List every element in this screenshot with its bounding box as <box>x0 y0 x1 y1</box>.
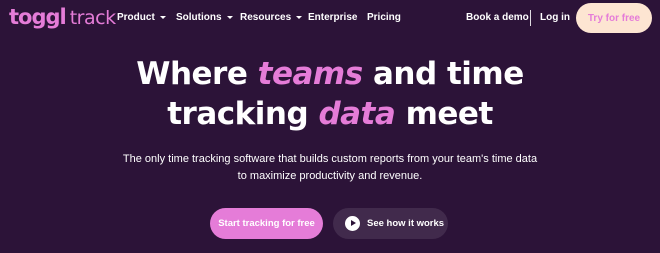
toggl-track-logo[interactable]: toggl track <box>9 5 116 31</box>
logo-product-text: track <box>69 7 116 29</box>
nav-enterprise-label: Enterprise <box>308 12 358 23</box>
nav-product-label: Product <box>117 12 155 23</box>
nav-pricing-link[interactable]: Pricing <box>367 12 401 23</box>
start-tracking-button[interactable]: Start tracking for free <box>210 208 323 239</box>
hero-title-part: Where <box>136 56 258 92</box>
nav-solutions-menu[interactable]: Solutions <box>176 12 233 23</box>
hero-subtitle-line: to maximize productivity and revenue. <box>237 170 423 182</box>
hero-title-part: and time <box>362 56 524 92</box>
logo-brand-text: toggl <box>9 5 67 29</box>
hero-title: Where teams and time tracking data meet <box>0 54 660 134</box>
chevron-down-icon <box>159 16 166 19</box>
login-link[interactable]: Log in <box>540 12 570 23</box>
nav-pricing-label: Pricing <box>367 12 401 23</box>
try-for-free-button[interactable]: Try for free <box>576 3 652 33</box>
hero-title-highlight-teams: teams <box>257 56 364 92</box>
hero-title-highlight-data: data <box>318 96 396 132</box>
see-how-it-works-label: See how it works <box>367 218 445 229</box>
hero-subtitle-line: The only time tracking software that bui… <box>122 153 538 165</box>
nav-resources-label: Resources <box>240 12 292 23</box>
hero-title-part: meet <box>395 96 494 132</box>
book-demo-label: Book a demo <box>466 12 529 23</box>
play-icon <box>345 216 360 231</box>
nav-resources-menu[interactable]: Resources <box>240 12 303 23</box>
nav-divider <box>530 10 531 26</box>
chevron-down-icon <box>226 16 233 19</box>
login-label: Log in <box>540 12 570 23</box>
nav-enterprise-link[interactable]: Enterprise <box>308 12 357 23</box>
hero-title-part: tracking <box>167 96 319 132</box>
hero-subtitle: The only time tracking software that bui… <box>0 151 660 185</box>
nav-product-menu[interactable]: Product <box>117 12 166 23</box>
chevron-down-icon <box>296 16 303 19</box>
nav-solutions-label: Solutions <box>176 12 222 23</box>
top-navigation: toggl track Product Solutions Resources … <box>0 0 660 36</box>
book-demo-link[interactable]: Book a demo <box>466 12 529 23</box>
see-how-it-works-button[interactable]: See how it works <box>333 208 448 239</box>
